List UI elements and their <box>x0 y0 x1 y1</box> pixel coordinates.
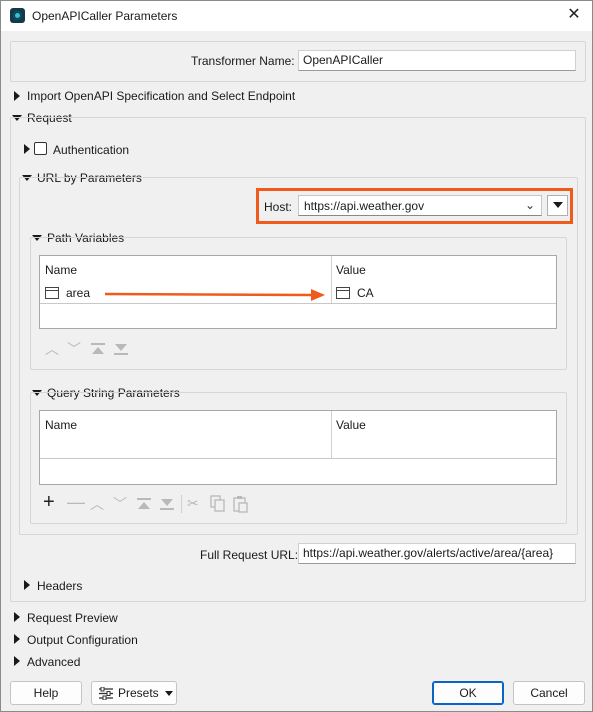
presets-label: Presets <box>118 686 159 700</box>
move-down-icon[interactable]: ﹀ <box>113 497 127 511</box>
move-up-icon[interactable]: ︿ <box>45 342 59 356</box>
section-headers[interactable]: Headers <box>37 579 82 593</box>
app-icon <box>10 8 25 23</box>
authentication-checkbox[interactable] <box>34 142 47 155</box>
dialog-window: OpenAPICaller Parameters ✕ Transformer N… <box>0 0 593 712</box>
toolbar-separator <box>181 495 182 513</box>
query-col-value: Value <box>336 418 366 432</box>
close-icon[interactable]: ✕ <box>564 5 584 25</box>
window-title: OpenAPICaller Parameters <box>32 9 178 23</box>
title-bar: OpenAPICaller Parameters ✕ <box>1 1 592 31</box>
transformer-name-input[interactable]: OpenAPICaller <box>298 50 576 71</box>
move-top-icon[interactable] <box>135 497 153 511</box>
presets-button[interactable]: Presets <box>91 681 177 705</box>
remove-icon[interactable]: — <box>67 493 85 511</box>
add-icon[interactable]: + <box>43 492 55 512</box>
row-divider <box>40 458 556 459</box>
expand-advanced-icon[interactable] <box>14 656 20 666</box>
host-combobox[interactable]: https://api.weather.gov ⌄ <box>298 195 542 216</box>
section-advanced[interactable]: Advanced <box>27 655 80 669</box>
expand-output-config-icon[interactable] <box>14 634 20 644</box>
chevron-down-icon: ⌄ <box>524 198 535 212</box>
copy-icon[interactable] <box>210 495 226 513</box>
query-col-name: Name <box>45 418 78 432</box>
move-up-icon[interactable]: ︿ <box>90 497 104 511</box>
expand-authentication-icon[interactable] <box>24 144 30 154</box>
move-down-icon[interactable]: ﹀ <box>67 342 81 356</box>
arrow-annotation <box>104 289 325 301</box>
path-col-value: Value <box>336 263 366 277</box>
ok-button[interactable]: OK <box>432 681 504 705</box>
column-divider <box>331 411 332 459</box>
column-divider <box>331 256 332 304</box>
expand-headers-icon[interactable] <box>24 580 30 590</box>
cancel-button[interactable]: Cancel <box>513 681 585 705</box>
section-import[interactable]: Import OpenAPI Specification and Select … <box>27 89 295 103</box>
section-request-preview[interactable]: Request Preview <box>27 611 118 625</box>
chevron-down-icon <box>165 691 173 696</box>
dropdown-arrow-icon <box>553 202 563 208</box>
path-col-name: Name <box>45 263 78 277</box>
sliders-icon <box>99 687 113 700</box>
text-field-icon <box>45 287 59 299</box>
expand-import-icon[interactable] <box>14 91 20 101</box>
host-value: https://api.weather.gov <box>304 199 425 213</box>
section-authentication: Authentication <box>53 143 130 157</box>
transformer-name-label: Transformer Name: <box>191 54 295 68</box>
paste-icon[interactable] <box>233 495 249 513</box>
host-label: Host: <box>264 200 293 214</box>
cut-icon[interactable]: ✂ <box>187 496 199 510</box>
full-url-input[interactable]: https://api.weather.gov/alerts/active/ar… <box>298 543 576 564</box>
move-bottom-icon[interactable] <box>158 497 176 511</box>
text-field-icon <box>336 287 350 299</box>
host-menu-button[interactable] <box>547 195 568 216</box>
path-row-name[interactable]: area <box>66 286 90 300</box>
move-bottom-icon[interactable] <box>112 342 130 356</box>
help-button[interactable]: Help <box>10 681 82 705</box>
move-top-icon[interactable] <box>89 342 107 356</box>
query-params-table[interactable]: Name Value <box>39 410 557 485</box>
path-row-value[interactable]: CA <box>357 286 374 300</box>
section-output-configuration[interactable]: Output Configuration <box>27 633 138 647</box>
expand-request-preview-icon[interactable] <box>14 612 20 622</box>
full-url-label: Full Request URL: <box>200 548 299 562</box>
